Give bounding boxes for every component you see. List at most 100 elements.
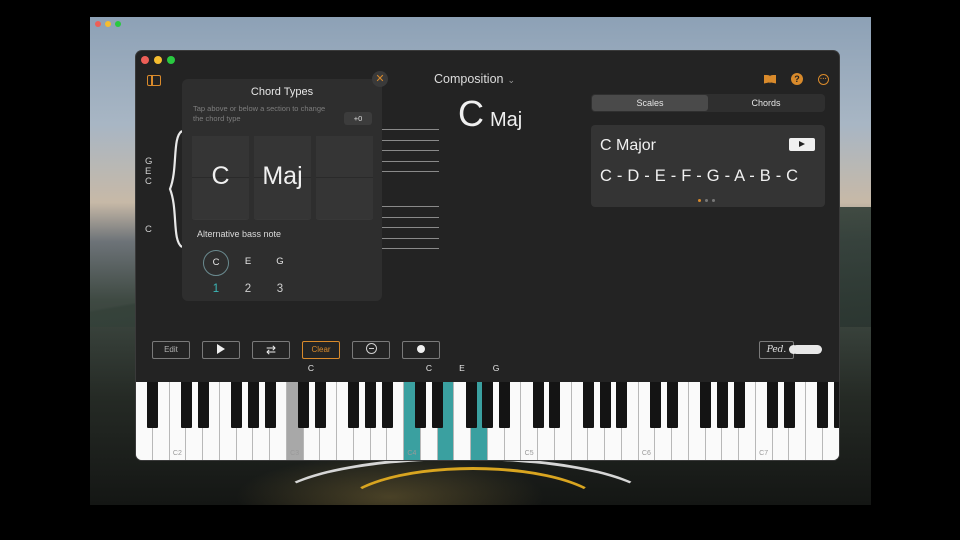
key-note-label: C (425, 363, 433, 373)
octave-label: C7 (759, 450, 769, 457)
page-dots (698, 199, 715, 202)
close-dot[interactable] (141, 56, 149, 64)
window-controls (141, 56, 175, 64)
page-dot-active[interactable] (698, 199, 701, 202)
black-key[interactable] (231, 382, 242, 428)
composition-title-button[interactable]: Composition ⌄ (434, 72, 515, 86)
tab-chords[interactable]: Chords (708, 95, 824, 111)
black-key[interactable] (616, 382, 628, 428)
black-key[interactable] (716, 382, 728, 428)
octave-label: C6 (641, 450, 651, 457)
loop-icon: ⇄ (265, 343, 277, 357)
book-icon[interactable] (764, 74, 776, 84)
octave-label: C5 (524, 450, 534, 457)
black-key[interactable] (147, 382, 159, 428)
remove-chord-button[interactable] (352, 341, 390, 359)
chord-types-popup: Chord Types ✕ Tap above or below a secti… (182, 71, 388, 301)
bass-note-option[interactable]: E (236, 250, 260, 274)
black-key[interactable] (415, 382, 427, 428)
record-icon (417, 344, 425, 353)
black-key[interactable] (649, 382, 661, 428)
edit-button[interactable]: Edit (152, 341, 190, 359)
black-key[interactable] (264, 382, 276, 428)
black-key[interactable] (834, 382, 839, 428)
black-key[interactable] (348, 382, 360, 428)
key-note-label: G (492, 363, 500, 373)
key-note-label: E (459, 363, 465, 373)
current-chord-display: C Maj (458, 93, 522, 135)
bass-staff (381, 206, 439, 259)
popup-title: Chord Types (250, 86, 314, 98)
black-key[interactable] (365, 382, 376, 428)
inversion-number: 2 (244, 283, 252, 295)
black-key[interactable] (666, 382, 678, 428)
black-key[interactable] (180, 382, 192, 428)
quality-label: Maj (262, 162, 303, 190)
black-key[interactable] (499, 382, 510, 428)
help-icon[interactable]: ? (791, 73, 803, 85)
black-key[interactable] (599, 382, 611, 428)
zoom-dot[interactable] (167, 56, 175, 64)
extension-up-zone[interactable] (316, 136, 373, 178)
black-key[interactable] (767, 382, 778, 428)
chord-root: C (458, 93, 484, 134)
sidebar-toggle-icon[interactable] (147, 75, 161, 86)
black-key[interactable] (432, 382, 443, 428)
treble-staff (381, 129, 439, 182)
inversion-number-active: 1 (212, 283, 220, 295)
black-key[interactable] (298, 382, 309, 428)
tab-scales[interactable]: Scales (592, 95, 708, 111)
bass-note-option[interactable]: G (268, 250, 292, 274)
staff-note-letters: G E C C (145, 157, 152, 235)
black-key[interactable] (314, 382, 326, 428)
black-key[interactable] (783, 382, 795, 428)
root-selector[interactable]: C (192, 136, 249, 220)
bass-note-option-selected[interactable]: C (203, 250, 229, 276)
outer-zoom-dot[interactable] (115, 21, 121, 27)
black-key[interactable] (247, 382, 259, 428)
app-window: Composition ⌄ ? ··· C Maj G E C C Chord Ty… (136, 51, 839, 460)
staff-note: C (145, 176, 152, 187)
alt-bass-title: Alternative bass note (197, 229, 282, 239)
title-label: Composition (434, 72, 504, 86)
more-icon[interactable]: ··· (818, 73, 829, 85)
black-key[interactable] (532, 382, 544, 428)
transpose-offset-button[interactable]: +0 (344, 112, 372, 125)
octave-label: C4 (407, 450, 417, 457)
staff-bass-note: C (145, 224, 152, 235)
outer-close-dot[interactable] (95, 21, 101, 27)
clear-button[interactable]: Clear (302, 341, 340, 359)
scales-chords-segmented: Scales Chords (591, 94, 825, 112)
outer-minimize-dot[interactable] (105, 21, 111, 27)
black-key[interactable] (197, 382, 209, 428)
play-scale-button[interactable] (789, 138, 815, 151)
loop-button[interactable]: ⇄ (252, 341, 290, 359)
inversion-number: 3 (276, 283, 284, 295)
chevron-down-icon: ⌄ (507, 75, 516, 85)
root-label: C (211, 162, 230, 190)
scale-name: C Major (600, 137, 657, 154)
pedal-toggle[interactable] (789, 345, 822, 354)
page-dot[interactable] (705, 199, 708, 202)
black-key[interactable] (817, 382, 829, 428)
black-key[interactable] (582, 382, 594, 428)
extension-down-zone[interactable] (316, 178, 373, 219)
black-key[interactable] (549, 382, 561, 428)
black-key[interactable] (465, 382, 477, 428)
black-key[interactable] (482, 382, 494, 428)
popup-hint: Tap above or below a section to change t… (193, 104, 326, 123)
page-dot[interactable] (712, 199, 715, 202)
scale-card: C Major C - D - E - F - G - A - B - C (591, 125, 825, 207)
close-popup-icon[interactable]: ✕ (372, 71, 388, 87)
black-key[interactable] (381, 382, 393, 428)
minimize-dot[interactable] (154, 56, 162, 64)
record-button[interactable] (402, 341, 440, 359)
octave-label: C3 (290, 450, 300, 457)
play-icon (217, 343, 225, 354)
black-key[interactable] (700, 382, 711, 428)
quality-selector[interactable]: Maj (254, 136, 311, 220)
top-toolbar: ? ··· (764, 73, 829, 85)
play-button[interactable] (202, 341, 240, 359)
black-key[interactable] (733, 382, 745, 428)
extension-selector[interactable] (316, 136, 373, 220)
